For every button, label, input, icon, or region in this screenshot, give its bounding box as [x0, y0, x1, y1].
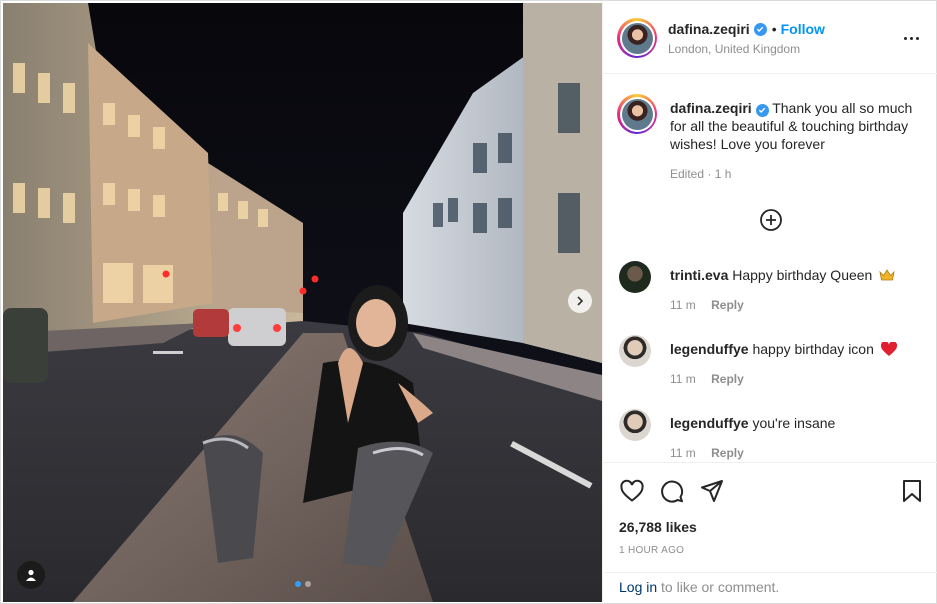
comment-meta: 11 m Reply [670, 372, 744, 386]
author-avatar[interactable] [617, 18, 657, 58]
more-options-icon[interactable] [901, 30, 921, 46]
post-header: dafina.zeqiri • Follow London, United Ki… [603, 2, 937, 74]
reply-button[interactable]: Reply [711, 372, 744, 386]
follow-separator: • [771, 21, 777, 37]
caption-edited-time: Edited · 1 h [670, 167, 732, 181]
reply-button[interactable]: Reply [711, 298, 744, 312]
comment-username[interactable]: trinti.eva [670, 267, 728, 283]
comment-item: trinti.eva Happy birthday Queen 11 m Rep… [603, 261, 937, 331]
comment-text-row: legenduffye you're insane [670, 415, 835, 431]
commenter-avatar[interactable] [619, 335, 651, 367]
carousel-indicator [295, 581, 311, 587]
author-avatar-image [621, 22, 653, 54]
verified-badge-icon [753, 22, 767, 36]
comment-text-row: legenduffye happy birthday icon [670, 341, 897, 357]
bookmark-icon[interactable] [899, 478, 925, 504]
tagged-users-button[interactable] [17, 561, 45, 589]
post-actions: 26,788 likes 1 HOUR AGO [603, 462, 937, 572]
login-prompt-text: to like or comment. [657, 579, 780, 595]
post-photo[interactable] [3, 3, 602, 602]
commenter-avatar[interactable] [619, 261, 651, 293]
caption-username[interactable]: dafina.zeqiri [670, 100, 752, 116]
comment-time: 11 m [670, 372, 696, 386]
caption-avatar-image [621, 98, 653, 130]
comment-body: you're insane [752, 415, 836, 431]
post-details-panel: dafina.zeqiri • Follow London, United Ki… [602, 2, 937, 604]
post-timestamp[interactable]: 1 HOUR AGO [619, 545, 684, 556]
comment-time: 11 m [670, 298, 696, 312]
comment-text-row: trinti.eva Happy birthday Queen [670, 267, 895, 283]
red-heart-icon [880, 342, 897, 356]
comments-feed[interactable]: dafina.zeqiri Thank you all so much for … [603, 74, 937, 462]
share-icon[interactable] [699, 478, 725, 504]
login-prompt: Log in to like or comment. [603, 572, 937, 604]
login-link[interactable]: Log in [619, 579, 657, 595]
post-location[interactable]: London, United Kingdom [668, 42, 800, 56]
crown-icon [879, 269, 895, 281]
comment-username[interactable]: legenduffye [670, 341, 749, 357]
follow-button[interactable]: Follow [781, 21, 825, 37]
commenter-avatar[interactable] [619, 409, 651, 441]
comment-item: legenduffye happy birthday icon 11 m Rep… [603, 335, 937, 405]
comment-body: Happy birthday Queen [732, 267, 873, 283]
user-tag-icon [26, 569, 36, 581]
next-slide-button[interactable] [568, 289, 592, 313]
comment-username[interactable]: legenduffye [670, 415, 749, 431]
comment-item: legenduffye you're insane 11 m Reply [603, 409, 937, 462]
caption-avatar[interactable] [617, 94, 657, 134]
instagram-post: dafina.zeqiri • Follow London, United Ki… [0, 0, 937, 604]
likes-count[interactable]: 26,788 likes [619, 519, 697, 535]
comment-body: happy birthday icon [752, 341, 874, 357]
comment-icon[interactable] [659, 478, 685, 504]
author-name-row: dafina.zeqiri • Follow [668, 21, 825, 37]
comment-meta: 11 m Reply [670, 446, 744, 460]
street-night-photo [3, 3, 602, 602]
plus-circle-icon[interactable] [759, 208, 783, 232]
verified-badge-icon [755, 103, 769, 117]
heart-icon[interactable] [619, 478, 645, 504]
comment-time: 11 m [670, 446, 696, 460]
author-username[interactable]: dafina.zeqiri [668, 21, 750, 37]
comment-meta: 11 m Reply [670, 298, 744, 312]
carousel-dot-1 [295, 581, 301, 587]
chevron-right-icon [577, 296, 584, 306]
caption-text-block: dafina.zeqiri Thank you all so much for … [670, 99, 925, 153]
carousel-dot-2 [305, 581, 311, 587]
reply-button[interactable]: Reply [711, 446, 744, 460]
